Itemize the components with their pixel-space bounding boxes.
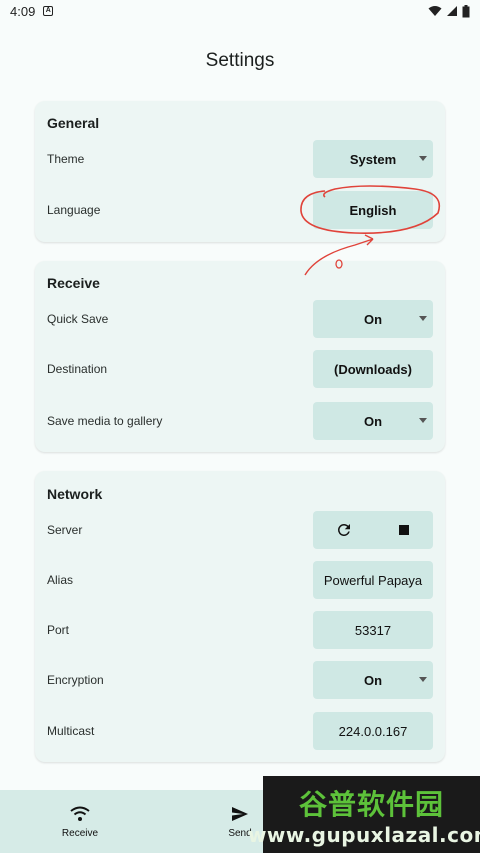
status-time: 4:09 bbox=[10, 3, 36, 19]
chevron-down-icon bbox=[419, 316, 427, 321]
port-label: Port bbox=[47, 623, 70, 637]
encryption-value: On bbox=[363, 672, 383, 688]
nav-receive[interactable]: Receive bbox=[0, 790, 160, 853]
encryption-row: Encryption On bbox=[35, 661, 445, 699]
alias-field[interactable]: Powerful Papaya bbox=[313, 561, 433, 599]
section-title-network: Network bbox=[47, 486, 103, 502]
server-label: Server bbox=[47, 523, 83, 537]
destination-value: (Downloads) bbox=[334, 361, 412, 377]
destination-label: Destination bbox=[47, 362, 108, 376]
theme-row: Theme System bbox=[35, 140, 445, 178]
general-section: General Theme System Language English bbox=[35, 101, 445, 242]
language-label: Language bbox=[47, 203, 101, 217]
watermark-brand: 谷普软件园 bbox=[298, 787, 444, 821]
alias-row: Alias Powerful Papaya bbox=[35, 561, 445, 599]
theme-value: System bbox=[349, 151, 397, 167]
alias-label: Alias bbox=[47, 573, 74, 587]
theme-label: Theme bbox=[47, 152, 85, 166]
multicast-label: Multicast bbox=[47, 724, 95, 738]
port-row: Port 53317 bbox=[35, 611, 445, 649]
watermark-url: www.gupuxlazal.com bbox=[247, 822, 480, 847]
port-value: 53317 bbox=[354, 622, 392, 638]
quick-save-label: Quick Save bbox=[47, 312, 109, 326]
send-icon bbox=[228, 804, 252, 824]
chevron-down-icon bbox=[419, 677, 427, 682]
network-section: Network Server Alias Powerful Papaya Por… bbox=[35, 471, 445, 762]
nav-receive-label: Receive bbox=[61, 828, 99, 839]
language-button[interactable]: English bbox=[313, 191, 433, 229]
encryption-label: Encryption bbox=[47, 673, 104, 687]
alias-value: Powerful Papaya bbox=[323, 572, 423, 588]
section-title-receive: Receive bbox=[47, 275, 100, 291]
wifi-icon bbox=[68, 804, 92, 824]
quick-save-dropdown[interactable]: On bbox=[313, 300, 433, 338]
cell-signal-icon bbox=[447, 6, 457, 16]
chevron-down-icon bbox=[419, 418, 427, 423]
page-title: Settings bbox=[205, 50, 275, 71]
wifi-signal-icon bbox=[428, 6, 442, 16]
port-field[interactable]: 53317 bbox=[313, 611, 433, 649]
destination-button[interactable]: (Downloads) bbox=[313, 350, 433, 388]
multicast-value: 224.0.0.167 bbox=[338, 723, 408, 739]
server-row: Server bbox=[35, 511, 445, 549]
watermark-logo: 谷普软件园 www.gupuxlazal.com bbox=[248, 776, 480, 853]
language-row: Language English bbox=[35, 191, 445, 229]
refresh-icon[interactable] bbox=[335, 521, 353, 539]
receive-section: Receive Quick Save On Destination (Downl… bbox=[35, 261, 445, 452]
save-media-row: Save media to gallery On bbox=[35, 402, 445, 440]
destination-row: Destination (Downloads) bbox=[35, 350, 445, 388]
app-notification-icon: A bbox=[43, 6, 54, 16]
stop-icon[interactable] bbox=[397, 523, 411, 537]
quick-save-value: On bbox=[363, 311, 383, 327]
chevron-down-icon bbox=[419, 156, 427, 161]
theme-dropdown[interactable]: System bbox=[313, 140, 433, 178]
save-media-value: On bbox=[363, 413, 383, 429]
multicast-row: Multicast 224.0.0.167 bbox=[35, 712, 445, 750]
language-value: English bbox=[349, 202, 397, 218]
quick-save-row: Quick Save On bbox=[35, 300, 445, 338]
encryption-dropdown[interactable]: On bbox=[313, 661, 433, 699]
battery-icon bbox=[462, 4, 470, 17]
multicast-field[interactable]: 224.0.0.167 bbox=[313, 712, 433, 750]
server-controls bbox=[313, 511, 433, 549]
status-bar: 4:09 A bbox=[0, 0, 480, 22]
status-icons bbox=[428, 4, 470, 18]
section-title-general: General bbox=[47, 115, 100, 131]
save-media-dropdown[interactable]: On bbox=[313, 402, 433, 440]
save-media-label: Save media to gallery bbox=[47, 414, 163, 428]
